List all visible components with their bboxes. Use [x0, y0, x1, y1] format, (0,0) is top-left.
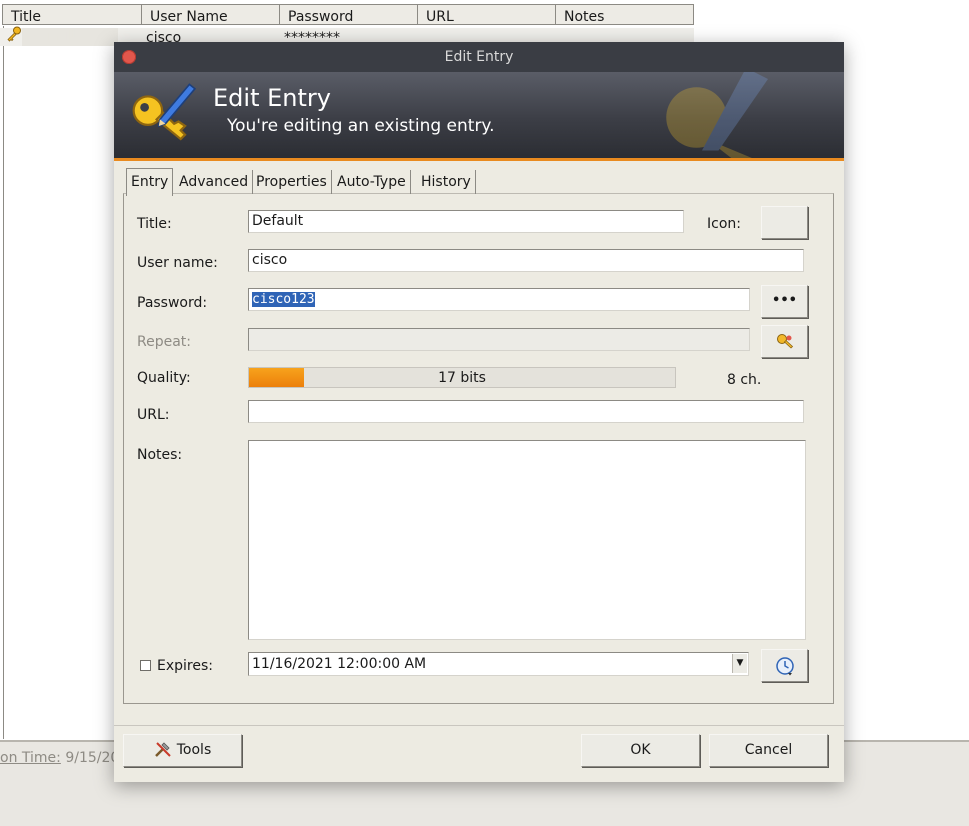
- title-label: Title:: [137, 216, 172, 232]
- entry-title-cell: Default: [22, 28, 118, 46]
- column-header-title[interactable]: Title: [2, 4, 142, 25]
- password-selected-text: cisco123: [252, 292, 315, 307]
- icon-label: Icon:: [707, 216, 741, 232]
- username-field[interactable]: cisco: [248, 249, 804, 272]
- expiry-presets-button[interactable]: [761, 649, 808, 682]
- banner-watermark-icon: [666, 72, 768, 158]
- tab-properties[interactable]: Properties: [252, 170, 332, 194]
- password-generator-button[interactable]: [761, 325, 808, 358]
- banner-subtitle: You're editing an existing entry.: [227, 116, 495, 136]
- status-label-link[interactable]: on Time:: [0, 750, 61, 766]
- clock-icon: [775, 657, 794, 676]
- column-header-url[interactable]: URL: [418, 4, 556, 25]
- entry-list[interactable]: [3, 26, 115, 739]
- key-pencil-icon: [132, 83, 196, 141]
- edit-entry-dialog: Edit Entry Edit Entry You're editing an …: [114, 42, 844, 782]
- icon-picker-button[interactable]: [761, 206, 808, 239]
- column-header-notes[interactable]: Notes: [556, 4, 694, 25]
- column-header-username[interactable]: User Name: [142, 4, 280, 25]
- notes-label: Notes:: [137, 447, 183, 463]
- tools-button-label: Tools: [176, 742, 212, 758]
- expiry-date-picker[interactable]: 11/16/2021 12:00:00 AM ▼: [248, 652, 749, 676]
- quality-bits-text: 17 bits: [438, 370, 486, 386]
- tab-advanced[interactable]: Advanced: [175, 170, 254, 194]
- column-header-password[interactable]: Password: [280, 4, 418, 25]
- notes-textarea[interactable]: [248, 440, 806, 640]
- url-field[interactable]: [248, 400, 804, 423]
- dialog-titlebar[interactable]: Edit Entry: [114, 42, 844, 72]
- title-field[interactable]: Default: [248, 210, 684, 233]
- expires-checkbox[interactable]: [140, 660, 151, 671]
- key-icon: [7, 26, 21, 42]
- close-button[interactable]: [122, 50, 136, 64]
- expires-label[interactable]: Expires:: [157, 658, 213, 674]
- tools-icon: [154, 742, 171, 757]
- tab-entry[interactable]: Entry: [126, 168, 174, 196]
- repeat-label: Repeat:: [137, 334, 191, 350]
- expiry-date-value: 11/16/2021 12:00:00 AM: [252, 656, 427, 672]
- password-field[interactable]: cisco123: [248, 288, 750, 311]
- password-quality-bar: 17 bits: [248, 367, 676, 388]
- tab-auto-type[interactable]: Auto-Type: [333, 170, 411, 194]
- tools-button[interactable]: Tools: [123, 734, 242, 767]
- username-label: User name:: [137, 255, 218, 271]
- dialog-title: Edit Entry: [444, 49, 514, 65]
- quality-label: Quality:: [137, 370, 191, 386]
- cancel-button[interactable]: Cancel: [709, 734, 828, 767]
- footer-separator: [114, 725, 844, 726]
- key-gear-icon: [776, 334, 793, 349]
- password-length-text: 8 ch.: [727, 372, 762, 388]
- repeat-password-field: [248, 328, 750, 351]
- toggle-password-visibility-button[interactable]: •••: [761, 285, 808, 318]
- url-label: URL:: [137, 407, 170, 423]
- banner-title: Edit Entry: [213, 84, 331, 112]
- chevron-down-icon[interactable]: ▼: [732, 654, 747, 673]
- status-value: 9/15/20: [65, 750, 120, 766]
- entry-details-text: on Time: 9/15/20: [0, 750, 119, 766]
- tab-history[interactable]: History: [417, 170, 476, 194]
- ok-button[interactable]: OK: [581, 734, 700, 767]
- dialog-banner: Edit Entry You're editing an existing en…: [114, 72, 844, 161]
- password-label: Password:: [137, 295, 208, 311]
